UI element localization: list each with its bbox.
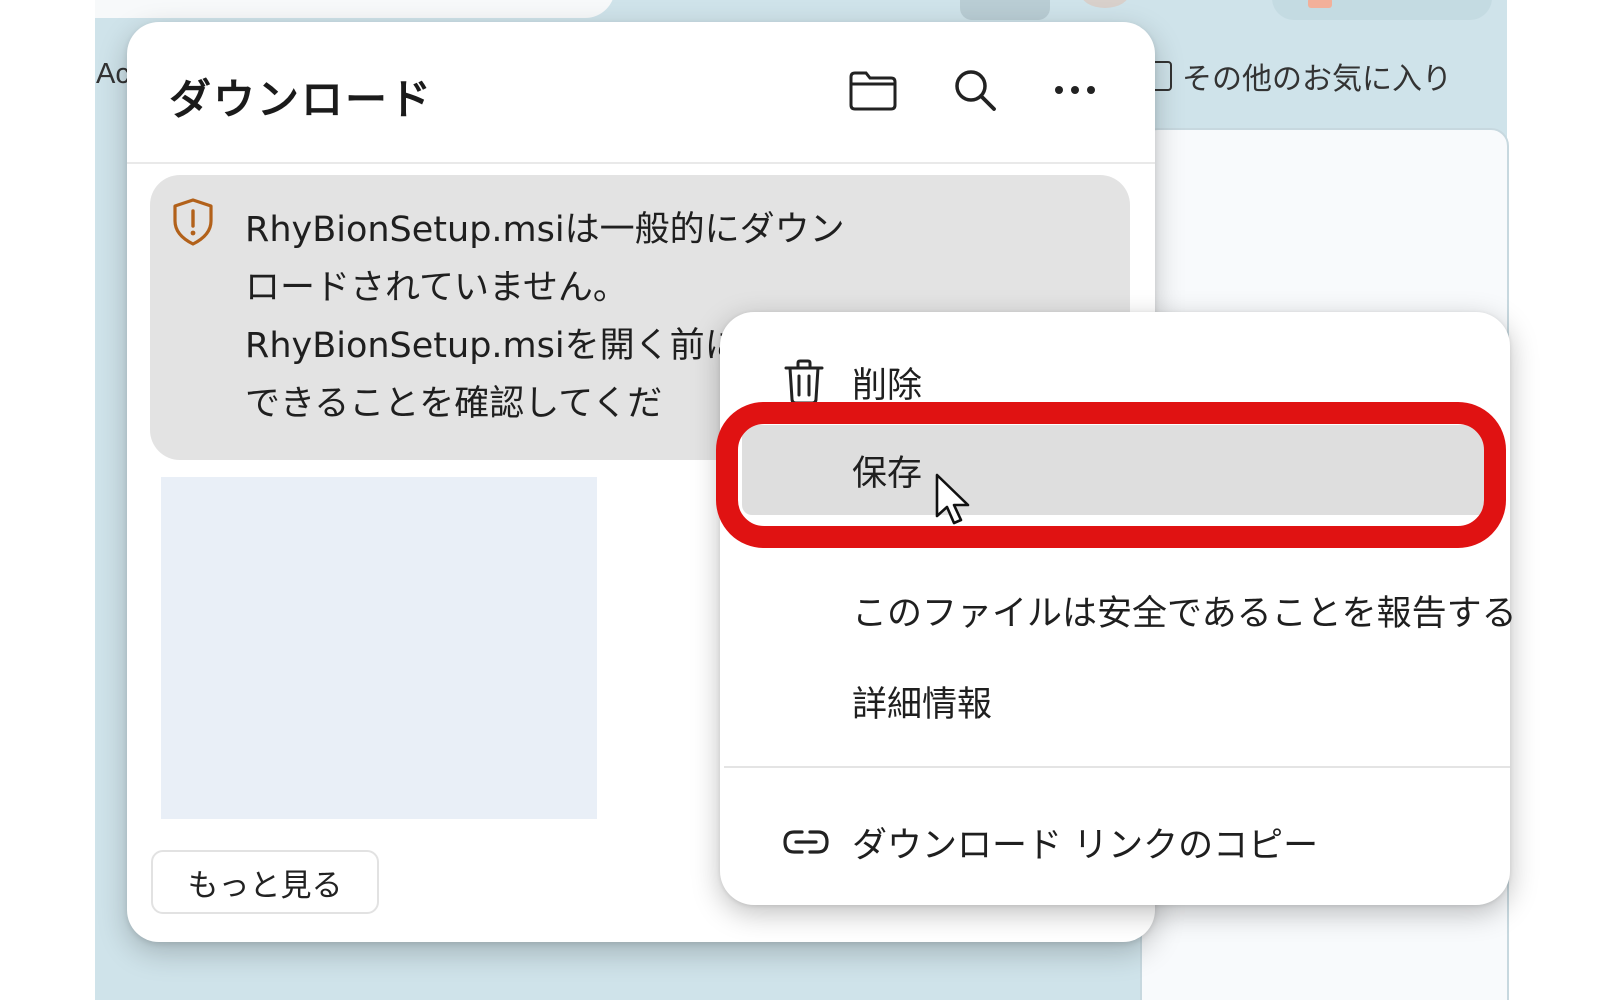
folder-icon <box>849 71 897 111</box>
placeholder-area <box>161 477 597 819</box>
shield-warning-icon <box>173 198 213 246</box>
address-bar[interactable] <box>95 0 615 18</box>
other-favorites-folder[interactable]: その他のお気に入り <box>1150 54 1452 98</box>
menu-item-copy-link[interactable]: ダウンロード リンクのコピー <box>720 802 1510 882</box>
menu-item-report-safe[interactable]: このファイルは安全であることを報告する <box>720 570 1517 650</box>
link-icon <box>783 830 829 854</box>
open-folder-button[interactable] <box>845 62 901 118</box>
menu-item-delete[interactable]: 削除 <box>720 342 1510 422</box>
more-options-button[interactable] <box>1047 62 1103 118</box>
extension-button[interactable] <box>960 0 1050 20</box>
search-icon <box>955 70 996 111</box>
toolbar-icon <box>1308 0 1332 8</box>
menu-item-label: ダウンロード リンクのコピー <box>852 825 1319 866</box>
screen: Ac その他のお気に入り ダウンロード RhyBionSetup.msiは一般的… <box>0 0 1600 1000</box>
search-downloads-button[interactable] <box>947 62 1003 118</box>
mouse-cursor-icon <box>935 473 970 525</box>
menu-item-label: このファイルは安全であることを報告する <box>852 593 1517 634</box>
context-menu: 削除 保存 このファイルは安全であることを報告する 詳細情報 ダウンロード リン… <box>720 312 1517 905</box>
panel-title: ダウンロード <box>169 75 434 124</box>
menu-item-label: 削除 <box>852 365 923 406</box>
menu-separator <box>724 766 1510 768</box>
bookmark-item[interactable]: Ac <box>96 58 130 91</box>
menu-item-details[interactable]: 詳細情報 <box>720 661 1510 741</box>
divider <box>127 162 1155 164</box>
warning-line: ロードされていません。 <box>245 268 628 308</box>
other-favorites-label: その他のお気に入り <box>1182 62 1452 97</box>
menu-item-save[interactable]: 保存 <box>742 425 1488 515</box>
trash-icon <box>784 359 824 405</box>
warning-line: RhyBionSetup.msiは一般的にダウン <box>245 210 845 250</box>
menu-item-label: 詳細情報 <box>852 684 993 725</box>
toolbar-button[interactable] <box>1272 0 1492 20</box>
menu-item-label: 保存 <box>852 453 923 494</box>
more-options-icon <box>1055 86 1095 94</box>
see-more-button[interactable]: もっと見る <box>151 850 379 914</box>
